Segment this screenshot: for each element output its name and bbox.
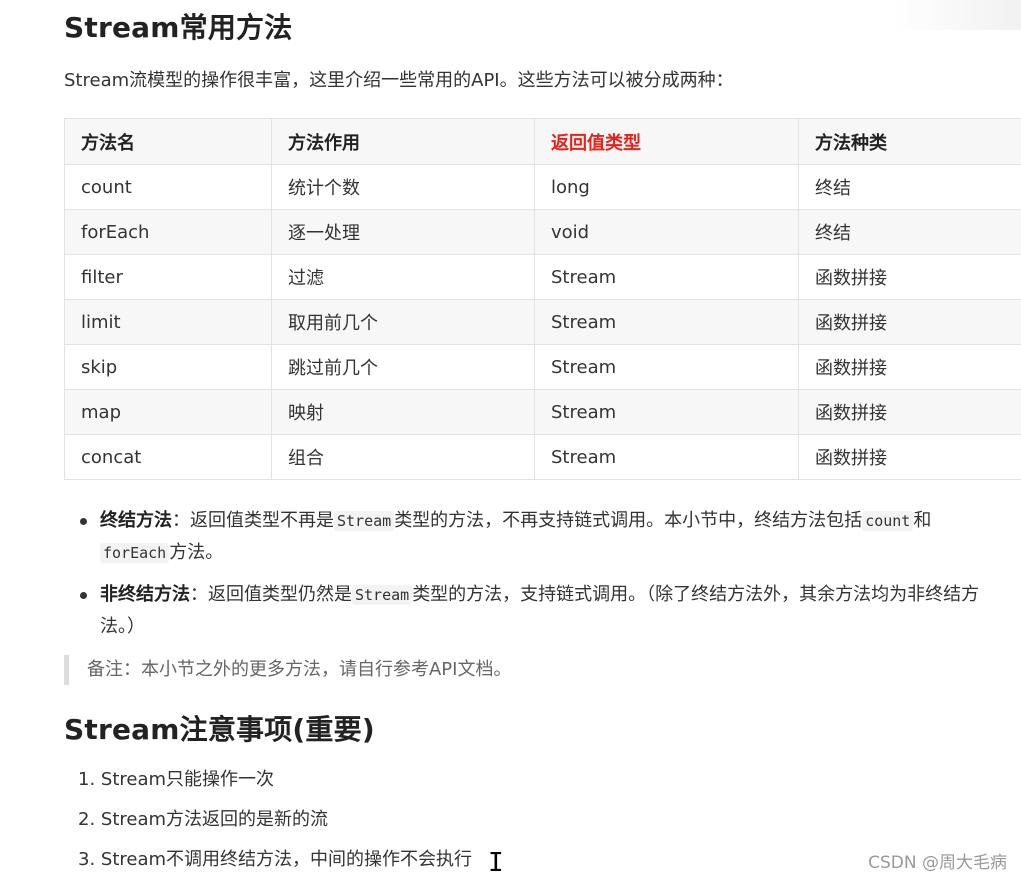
corner-overlay (891, 0, 1021, 30)
cell-return-type: long (535, 165, 799, 210)
methods-table: 方法名 方法作用 返回值类型 方法种类 count统计个数long终结forEa… (64, 118, 1021, 480)
cell-return-type: Stream (535, 390, 799, 435)
watermark: CSDN @周大毛病 (868, 848, 1007, 873)
cell-method-kind: 函数拼接 (799, 435, 1021, 480)
text: ：返回值类型仍然是 (190, 584, 352, 605)
section-heading-common-methods: Stream常用方法 (64, 6, 292, 46)
cell-method-name: count (65, 165, 272, 210)
cell-method-purpose: 过滤 (272, 255, 535, 300)
column-header-method-name: 方法名 (65, 119, 272, 165)
cell-return-type: Stream (535, 300, 799, 345)
cell-return-type: Stream (535, 345, 799, 390)
column-header-return-type: 返回值类型 (535, 119, 799, 165)
cell-method-name: map (65, 390, 272, 435)
table-body: count统计个数long终结forEach逐一处理void终结filter过滤… (65, 165, 1021, 480)
cell-method-kind: 函数拼接 (799, 300, 1021, 345)
cell-method-purpose: 映射 (272, 390, 535, 435)
cell-method-purpose: 取用前几个 (272, 300, 535, 345)
list-item: 3. Stream不调用终结方法，中间的操作不会执行 (78, 845, 472, 885)
cell-method-kind: 函数拼接 (799, 390, 1021, 435)
list-item: 1. Stream只能操作一次 (78, 765, 472, 805)
notes-ordered-list: 1. Stream只能操作一次 2. Stream方法返回的是新的流 3. St… (78, 765, 472, 885)
table-row: concat组合Stream函数拼接 (65, 435, 1021, 480)
cell-method-kind: 函数拼接 (799, 255, 1021, 300)
text: ：返回值类型不再是 (172, 510, 334, 531)
list-item-non-terminal-methods: 非终结方法：返回值类型仍然是Stream类型的方法，支持链式调用。（除了终结方法… (64, 579, 1014, 642)
cell-method-name: skip (65, 345, 272, 390)
table-row: count统计个数long终结 (65, 165, 1021, 210)
cell-return-type: Stream (535, 255, 799, 300)
inline-code: Stream (334, 511, 394, 531)
cell-method-name: forEach (65, 210, 272, 255)
table-header-row: 方法名 方法作用 返回值类型 方法种类 (65, 119, 1021, 165)
text: 类型的方法，不再支持链式调用。本小节中，终结方法包括 (394, 510, 862, 531)
intro-paragraph: Stream流模型的操作很丰富，这里介绍一些常用的API。这些方法可以被分成两种… (64, 66, 734, 92)
blockquote-note: 备注：本小节之外的更多方法，请自行参考API文档。 (64, 655, 511, 685)
table-row: limit取用前几个Stream函数拼接 (65, 300, 1021, 345)
bullet-icon (80, 592, 87, 599)
method-kinds-list: 终结方法：返回值类型不再是Stream类型的方法，不再支持链式调用。本小节中，终… (64, 505, 1014, 652)
text: 和 (913, 510, 931, 531)
inline-code: forEach (100, 543, 169, 563)
table-row: map映射Stream函数拼接 (65, 390, 1021, 435)
text-cursor-icon: I (488, 848, 502, 878)
column-header-method-purpose: 方法作用 (272, 119, 535, 165)
cell-method-purpose: 跳过前几个 (272, 345, 535, 390)
text: 方法。 (169, 542, 223, 563)
cell-method-name: filter (65, 255, 272, 300)
cell-method-kind: 终结 (799, 165, 1021, 210)
document-page: Stream常用方法 Stream流模型的操作很丰富，这里介绍一些常用的API。… (0, 0, 1021, 880)
cell-return-type: void (535, 210, 799, 255)
table-row: skip跳过前几个Stream函数拼接 (65, 345, 1021, 390)
list-item: 2. Stream方法返回的是新的流 (78, 805, 472, 845)
term-non-terminal: 非终结方法 (100, 584, 190, 605)
list-item-terminal-methods: 终结方法：返回值类型不再是Stream类型的方法，不再支持链式调用。本小节中，终… (64, 505, 1014, 569)
table-row: filter过滤Stream函数拼接 (65, 255, 1021, 300)
cell-method-purpose: 统计个数 (272, 165, 535, 210)
cell-method-name: limit (65, 300, 272, 345)
cell-method-purpose: 逐一处理 (272, 210, 535, 255)
cell-method-purpose: 组合 (272, 435, 535, 480)
cell-method-kind: 函数拼接 (799, 345, 1021, 390)
cell-method-kind: 终结 (799, 210, 1021, 255)
table-row: forEach逐一处理void终结 (65, 210, 1021, 255)
inline-code: Stream (352, 585, 412, 605)
section-heading-notes: Stream注意事项(重要) (64, 708, 375, 748)
inline-code: count (862, 511, 913, 531)
column-header-method-kind: 方法种类 (799, 119, 1021, 165)
cell-method-name: concat (65, 435, 272, 480)
bullet-icon (80, 518, 87, 525)
term-terminal: 终结方法 (100, 510, 172, 531)
cell-return-type: Stream (535, 435, 799, 480)
